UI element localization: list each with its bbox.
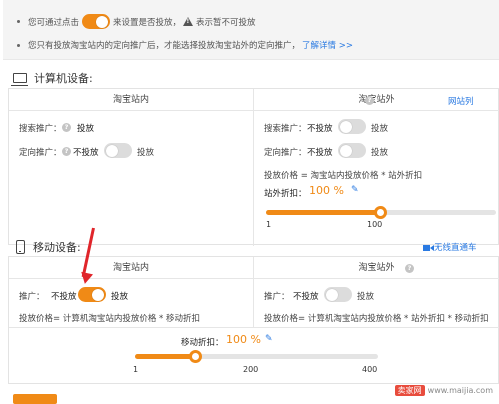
slider-thumb[interactable]	[188, 350, 202, 363]
bullet	[17, 20, 20, 23]
submit-button[interactable]	[13, 394, 57, 404]
outside-target-action: 投放	[371, 148, 389, 158]
mobile-outside-label: 推广：	[264, 292, 290, 302]
outside-search-action: 投放	[371, 124, 389, 134]
learn-more-link[interactable]: 了解详情 >>	[302, 39, 353, 51]
slider-mid-label: 100	[367, 220, 383, 229]
warning-icon	[183, 17, 194, 26]
help-icon[interactable]: ?	[62, 123, 71, 132]
video-icon	[423, 244, 434, 251]
discount-label: 站外折扣：	[264, 189, 307, 199]
mobile-outside-toggle[interactable]	[324, 287, 352, 302]
col-head-inside: 淘宝站内	[9, 89, 253, 111]
notice-line-2: 您只有投放淘宝站内的定向推广后，才能选择投放淘宝站外的定向推广， 了解详情 >>	[17, 39, 353, 51]
help-icon[interactable]: ?	[405, 264, 414, 273]
notice-text: 来设置是否投放，	[113, 17, 182, 28]
col-head-inside: 淘宝站内	[9, 257, 253, 279]
price-formula: 投放价格 = 淘宝站内投放价格 * 站外折扣	[264, 171, 423, 181]
section-title-text: 移动设备:	[33, 241, 81, 254]
monitor-icon	[11, 73, 28, 86]
divider	[9, 327, 499, 328]
notice-text: 表示暂不可投放	[196, 17, 256, 28]
mobile-section-title: 移动设备:	[16, 239, 81, 255]
mobile-price-formula: 投放价格= 计算机淘宝站内投放价格 * 移动折扣	[19, 314, 200, 324]
outside-target-state: 不投放	[307, 148, 333, 158]
help-icon[interactable]: ?	[62, 147, 71, 156]
notice-text: 您可通过点击	[28, 17, 80, 28]
mobile-outside-formula: 投放价格= 计算机淘宝站内投放价格 * 站外折扣 * 移动折扣	[264, 314, 489, 324]
site-list-link[interactable]: 网站列	[448, 95, 474, 107]
slider-max-label: 400	[362, 365, 378, 374]
edit-pencil-icon[interactable]: ✎	[351, 185, 359, 195]
phone-icon	[16, 240, 25, 254]
watermark-url: www.maijia.com	[427, 386, 493, 395]
target-promo-action: 投放	[137, 148, 155, 158]
divider	[253, 89, 254, 246]
notice-line-1: 您可通过点击 来设置是否投放， 表示暂不可投放	[17, 14, 256, 29]
slider-min-label: 1	[266, 220, 272, 229]
target-promo-toggle[interactable]	[104, 143, 132, 158]
help-icon[interactable]: ?	[365, 96, 374, 105]
divider	[253, 257, 254, 327]
mobile-promo-state: 不投放	[51, 292, 77, 302]
col-head-outside-text: 淘宝站外	[358, 95, 395, 105]
watermark: 卖家网 www.maijia.com	[394, 385, 493, 396]
live-link-text: 无线直通车	[434, 243, 477, 253]
outside-target-label: 定向推广：	[264, 148, 307, 158]
section-title-text: 计算机设备:	[34, 72, 93, 85]
mobile-promo-label: 推广：	[19, 292, 45, 302]
outside-target-toggle[interactable]	[338, 143, 366, 158]
slider-min-label: 1	[133, 365, 139, 374]
mobile-discount-label: 移动折扣：	[181, 338, 224, 348]
target-promo-state: 不投放	[73, 148, 99, 158]
mobile-outside-state: 不投放	[293, 292, 319, 302]
outside-search-toggle[interactable]	[338, 119, 366, 134]
notice-text: 您只有投放淘宝站内的定向推广后，才能选择投放淘宝站外的定向推广，	[28, 41, 301, 51]
notice-box: 您可通过点击 来设置是否投放， 表示暂不可投放 您只有投放淘宝站内的定向推广后，…	[3, 0, 499, 60]
live-link[interactable]: 无线直通车	[423, 241, 477, 253]
pc-panel: 淘宝站内 淘宝站外 ? 网站列 搜索推广： ? 投放 定向推广： ? 不投放 投…	[8, 88, 499, 246]
slider-fill	[135, 354, 196, 359]
target-promo-label: 定向推广：	[19, 148, 62, 158]
discount-value: 100 %	[309, 184, 344, 197]
pc-section-title: 计算机设备:	[11, 70, 93, 86]
col-head-outside: 淘宝站外	[253, 257, 499, 279]
slider-fill	[266, 210, 381, 215]
bullet	[17, 43, 20, 47]
search-promo-value: 投放	[77, 124, 95, 134]
mobile-outside-action: 投放	[357, 292, 375, 302]
annotation-arrow-head	[78, 271, 94, 286]
slider-thumb[interactable]	[373, 206, 387, 219]
edit-pencil-icon[interactable]: ✎	[265, 334, 273, 344]
mobile-promo-toggle[interactable]	[78, 287, 106, 302]
search-promo-label: 搜索推广：	[19, 124, 62, 134]
mobile-promo-action: 投放	[111, 292, 129, 302]
mobile-discount-value: 100 %	[226, 333, 261, 346]
toggle-example	[82, 14, 111, 29]
outside-search-state: 不投放	[307, 124, 333, 134]
outside-search-label: 搜索推广：	[264, 124, 307, 134]
watermark-badge: 卖家网	[394, 385, 425, 396]
slider-mid-label: 200	[243, 365, 259, 374]
